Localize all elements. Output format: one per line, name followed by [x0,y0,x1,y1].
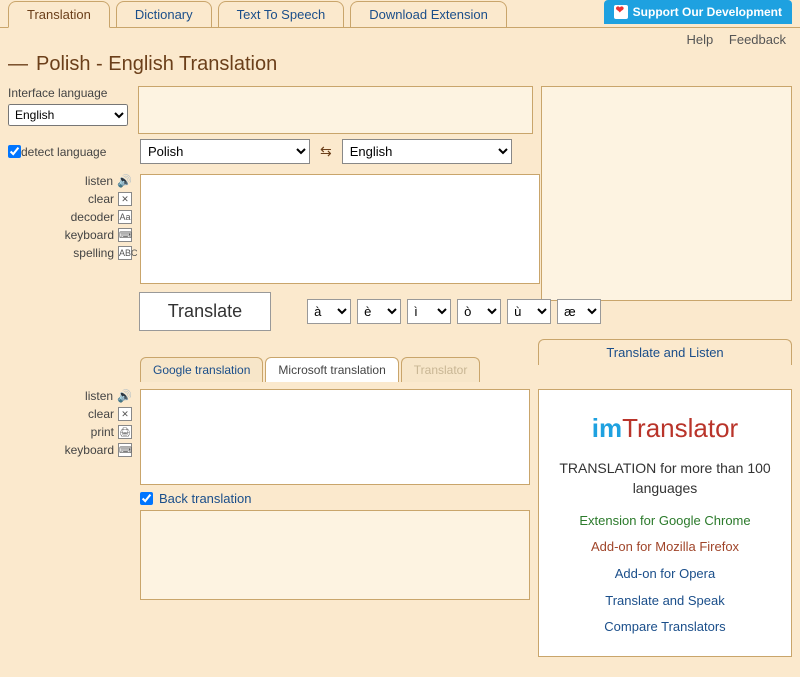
clear-icon[interactable]: ✕ [118,192,132,206]
source-text-input[interactable] [140,174,540,284]
target-language-select[interactable]: English [342,139,512,164]
firefox-addon-link[interactable]: Add-on for Mozilla Firefox [549,535,781,560]
src-listen-label: listen [85,174,113,188]
tab-download-extension[interactable]: Download Extension [350,1,507,27]
accent-i-select[interactable]: ì [407,299,451,324]
swap-languages-icon[interactable]: ⇆ [320,143,332,160]
print-icon[interactable]: 🖨 [118,425,132,439]
accent-e-select[interactable]: è [357,299,401,324]
back-translation-label: Back translation [159,491,252,506]
translation-result-box [140,389,530,485]
src-clear-label: clear [88,192,114,206]
back-translation-box [140,510,530,600]
promo-subtitle: TRANSLATION for more than 100 languages [549,459,781,498]
res-listen-label: listen [85,389,113,403]
detect-language-checkbox[interactable] [8,145,21,158]
sub-tab-microsoft[interactable]: Microsoft translation [265,357,398,382]
spelling-icon[interactable]: ABC [118,246,132,260]
chrome-extension-link[interactable]: Extension for Google Chrome [549,509,781,534]
res-keyboard-label: keyboard [65,443,114,457]
header-text-panel [138,86,533,134]
accent-o-select[interactable]: ò [457,299,501,324]
sub-tab-google[interactable]: Google translation [140,357,263,382]
title-dash: — [8,53,28,76]
src-spelling-label: spelling [73,246,114,260]
sub-tab-translator[interactable]: Translator [401,357,481,382]
tab-dictionary[interactable]: Dictionary [116,1,212,27]
support-button[interactable]: Support Our Development [604,0,792,24]
tab-translation[interactable]: Translation [8,1,110,28]
interface-language-label: Interface language [8,86,130,100]
interface-language-select[interactable]: English [8,104,128,126]
res-clear-label: clear [88,407,114,421]
feedback-link[interactable]: Feedback [729,32,786,47]
right-tab-translate-listen[interactable]: Translate and Listen [538,339,792,365]
translate-speak-link[interactable]: Translate and Speak [549,589,781,614]
res-print-label: print [91,425,114,439]
compare-translators-link[interactable]: Compare Translators [549,615,781,640]
src-keyboard-label: keyboard [65,228,114,242]
speaker-icon[interactable]: 🔊 [117,389,132,403]
support-button-label: Support Our Development [633,5,782,19]
tab-tts[interactable]: Text To Speech [218,1,345,27]
speaker-icon[interactable]: 🔊 [117,174,132,188]
help-link[interactable]: Help [687,32,714,47]
promo-panel: imTranslator TRANSLATION for more than 1… [538,389,792,657]
keyboard-icon[interactable]: ⌨ [118,228,132,242]
back-translation-checkbox[interactable] [140,492,153,505]
opera-addon-link[interactable]: Add-on for Opera [549,562,781,587]
accent-a-select[interactable]: à [307,299,351,324]
translate-button[interactable]: Translate [139,292,271,331]
decoder-icon[interactable]: Aa [118,210,132,224]
coffee-icon [614,5,628,19]
source-language-select[interactable]: Polish [140,139,310,164]
imtranslator-logo: imTranslator [549,404,781,453]
page-title: Polish - English Translation [36,53,277,76]
keyboard-icon[interactable]: ⌨ [118,443,132,457]
detect-language-label: detect language [21,145,106,159]
accent-ae-select[interactable]: æ [557,299,601,324]
right-ad-panel [541,86,792,301]
accent-u-select[interactable]: ù [507,299,551,324]
clear-icon[interactable]: ✕ [118,407,132,421]
src-decoder-label: decoder [71,210,114,224]
